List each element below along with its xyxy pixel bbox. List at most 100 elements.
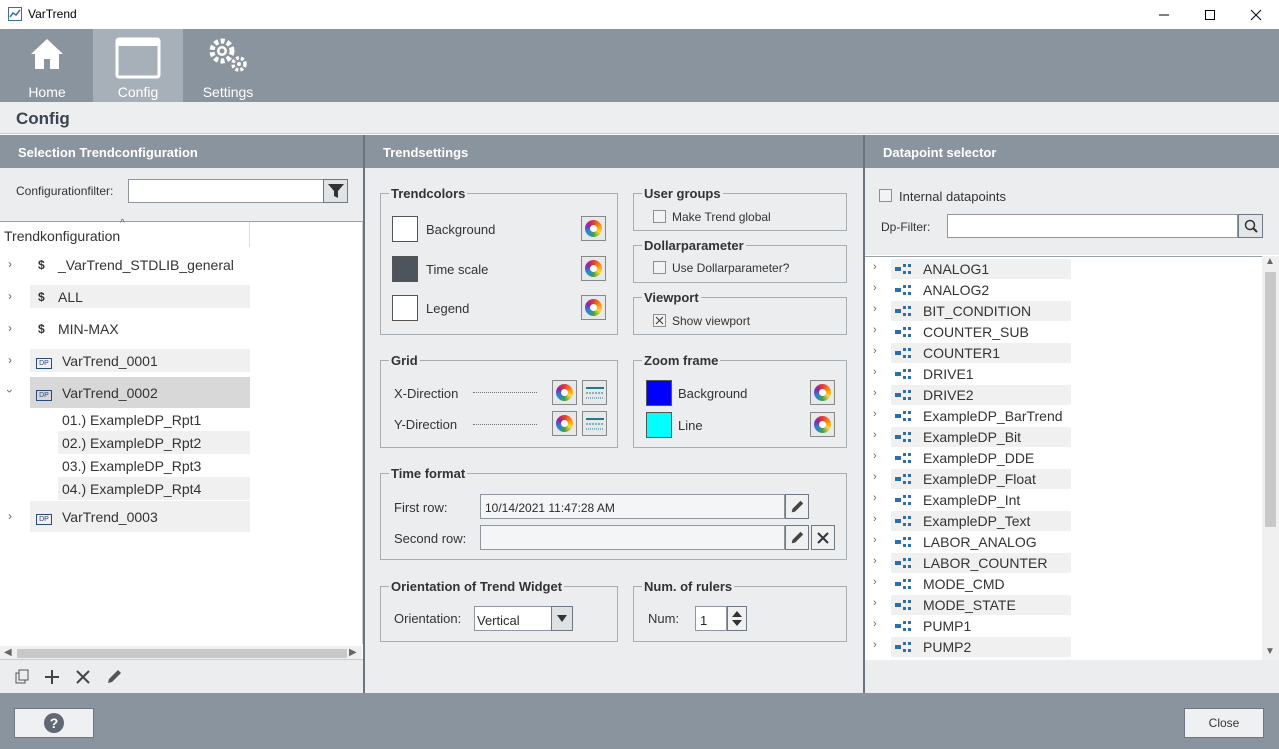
expand-arrow-icon[interactable]: › bbox=[873, 597, 877, 609]
tree-item[interactable]: $ ALL bbox=[30, 285, 250, 308]
dp-filter-input[interactable] bbox=[947, 214, 1238, 238]
make-global-checkbox[interactable] bbox=[653, 210, 666, 223]
home-button[interactable]: Home bbox=[2, 29, 92, 102]
scroll-right-icon[interactable]: ▶ bbox=[349, 647, 357, 658]
delete-icon[interactable] bbox=[75, 669, 91, 685]
expand-arrow-icon[interactable]: › bbox=[8, 289, 12, 303]
tree-column-header[interactable]: ^ Trendkonfiguration bbox=[0, 218, 250, 247]
tree-item-selected[interactable]: DP VarTrend_0002 bbox=[30, 377, 250, 408]
dp-list-item[interactable]: ExampleDP_Float bbox=[891, 469, 1071, 489]
clear-second-row-button[interactable] bbox=[811, 525, 835, 550]
add-icon[interactable] bbox=[44, 669, 60, 685]
legend-swatch[interactable] bbox=[392, 295, 418, 321]
tree-item[interactable]: $ _VarTrend_STDLIB_general bbox=[30, 253, 250, 276]
expand-arrow-icon[interactable]: › bbox=[873, 429, 877, 441]
dp-list-item[interactable]: COUNTER_SUB bbox=[891, 322, 1071, 342]
line-style-button[interactable] bbox=[582, 380, 607, 405]
use-dollar-checkbox[interactable] bbox=[653, 261, 666, 274]
expand-arrow-icon[interactable]: › bbox=[873, 576, 877, 588]
expand-arrow-icon[interactable]: › bbox=[8, 353, 12, 367]
dp-list-item[interactable]: PUMP1 bbox=[891, 616, 1071, 636]
config-filter-input[interactable] bbox=[128, 179, 324, 203]
expand-arrow-icon[interactable]: › bbox=[8, 321, 12, 335]
color-picker-button[interactable] bbox=[552, 380, 577, 405]
rulers-stepper[interactable] bbox=[727, 606, 747, 631]
dp-list-item[interactable]: BIT_CONDITION bbox=[891, 301, 1071, 321]
dp-list-item[interactable]: MODE_CMD bbox=[891, 574, 1071, 594]
dp-list-item[interactable]: MODE_STATE bbox=[891, 595, 1071, 615]
dp-list-item[interactable]: ExampleDP_DDE bbox=[891, 448, 1071, 468]
tree-item[interactable]: $ MIN-MAX bbox=[30, 317, 250, 340]
dp-search-button[interactable] bbox=[1238, 214, 1263, 238]
expand-arrow-icon[interactable]: › bbox=[873, 261, 877, 273]
scroll-down-icon[interactable]: ▼ bbox=[1265, 646, 1275, 657]
scroll-thumb[interactable] bbox=[1265, 272, 1276, 527]
color-picker-button[interactable] bbox=[581, 216, 606, 241]
dp-list-item[interactable]: LABOR_ANALOG bbox=[891, 532, 1071, 552]
dp-list-item[interactable]: PUMP2 bbox=[891, 637, 1071, 657]
tree-child[interactable]: 01.) ExampleDP_Rpt1 bbox=[58, 408, 250, 431]
dp-list-item[interactable]: LABOR_COUNTER bbox=[891, 553, 1071, 573]
vertical-scrollbar[interactable]: ▲ ▼ bbox=[1262, 256, 1279, 660]
expand-arrow-icon[interactable]: › bbox=[873, 492, 877, 504]
maximize-button[interactable] bbox=[1187, 0, 1233, 29]
expand-arrow-icon[interactable]: › bbox=[873, 366, 877, 378]
close-button[interactable]: Close bbox=[1184, 708, 1264, 738]
scroll-left-icon[interactable]: ◀ bbox=[4, 647, 12, 658]
tree-child[interactable]: 04.) ExampleDP_Rpt4 bbox=[58, 477, 250, 500]
color-picker-button[interactable] bbox=[581, 295, 606, 320]
timescale-swatch[interactable] bbox=[392, 256, 418, 282]
zoom-background-swatch[interactable] bbox=[646, 380, 672, 406]
help-button[interactable]: ? bbox=[14, 708, 94, 738]
scroll-up-icon[interactable]: ▲ bbox=[1265, 256, 1275, 267]
copy-icon[interactable] bbox=[14, 669, 30, 685]
minimize-button[interactable] bbox=[1141, 0, 1187, 29]
expand-arrow-icon[interactable]: › bbox=[873, 618, 877, 630]
close-window-button[interactable] bbox=[1233, 0, 1279, 29]
dp-list-item[interactable]: ExampleDP_BarTrend bbox=[891, 406, 1071, 426]
collapse-arrow-icon[interactable]: › bbox=[3, 389, 17, 393]
expand-arrow-icon[interactable]: › bbox=[873, 345, 877, 357]
dp-list-item[interactable]: ANALOG2 bbox=[891, 280, 1071, 300]
expand-arrow-icon[interactable]: › bbox=[873, 324, 877, 336]
color-picker-button[interactable] bbox=[810, 412, 835, 437]
tree-child[interactable]: 02.) ExampleDP_Rpt2 bbox=[58, 431, 250, 454]
expand-arrow-icon[interactable]: › bbox=[873, 282, 877, 294]
config-button[interactable]: Config bbox=[93, 29, 183, 102]
dp-list-item[interactable]: DRIVE2 bbox=[891, 385, 1071, 405]
internal-datapoints-checkbox[interactable] bbox=[879, 189, 892, 202]
edit-icon[interactable] bbox=[105, 668, 123, 686]
expand-arrow-icon[interactable]: › bbox=[8, 257, 12, 271]
settings-button[interactable]: Settings bbox=[183, 29, 273, 102]
expand-arrow-icon[interactable]: › bbox=[873, 513, 877, 525]
color-picker-button[interactable] bbox=[552, 411, 577, 436]
first-row-input[interactable]: 10/14/2021 11:47:28 AM bbox=[480, 494, 785, 519]
dp-list-item[interactable]: ExampleDP_Int bbox=[891, 490, 1071, 510]
edit-second-row-button[interactable] bbox=[785, 525, 809, 550]
edit-first-row-button[interactable] bbox=[785, 494, 809, 519]
dp-list-item[interactable]: COUNTER1 bbox=[891, 343, 1071, 363]
expand-arrow-icon[interactable]: › bbox=[873, 387, 877, 399]
color-picker-button[interactable] bbox=[810, 380, 835, 405]
background-swatch[interactable] bbox=[392, 216, 418, 242]
scroll-thumb[interactable] bbox=[17, 649, 347, 658]
dp-list-item[interactable]: ANALOG1 bbox=[891, 259, 1071, 279]
show-viewport-checkbox[interactable] bbox=[653, 314, 666, 327]
rulers-input[interactable]: 1 bbox=[695, 606, 727, 631]
dp-list-item[interactable]: DRIVE1 bbox=[891, 364, 1071, 384]
expand-arrow-icon[interactable]: › bbox=[873, 471, 877, 483]
tree-item[interactable]: DP VarTrend_0001 bbox=[30, 349, 250, 372]
tree-child[interactable]: 03.) ExampleDP_Rpt3 bbox=[58, 454, 250, 477]
dp-list-item[interactable]: ExampleDP_Text bbox=[891, 511, 1071, 531]
line-style-button[interactable] bbox=[582, 411, 607, 436]
color-picker-button[interactable] bbox=[581, 256, 606, 281]
second-row-input[interactable] bbox=[480, 525, 785, 550]
orientation-dropdown-button[interactable] bbox=[551, 606, 573, 631]
expand-arrow-icon[interactable]: › bbox=[873, 303, 877, 315]
expand-arrow-icon[interactable]: › bbox=[873, 450, 877, 462]
expand-arrow-icon[interactable]: › bbox=[873, 408, 877, 420]
tree-item[interactable]: DP VarTrend_0003 bbox=[30, 501, 250, 532]
zoom-line-swatch[interactable] bbox=[646, 412, 672, 438]
dp-list-item[interactable]: ExampleDP_Bit bbox=[891, 427, 1071, 447]
expand-arrow-icon[interactable]: › bbox=[8, 509, 12, 523]
